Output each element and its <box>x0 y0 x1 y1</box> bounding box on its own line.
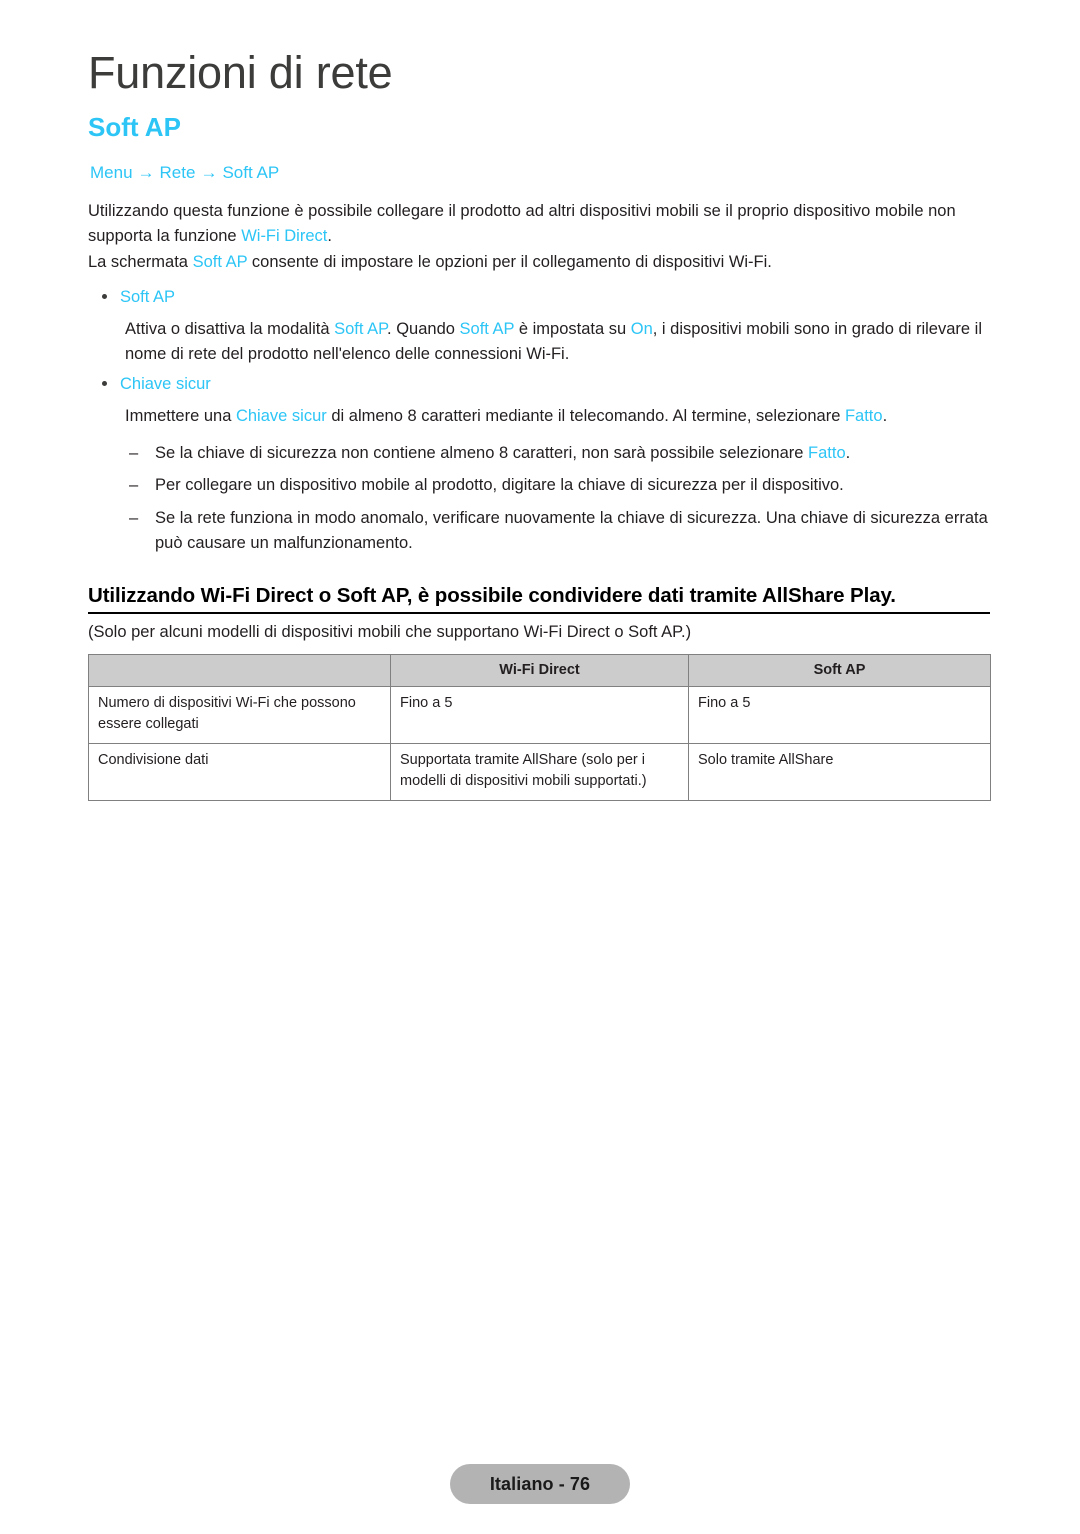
breadcrumb-item-rete: Rete <box>159 163 196 182</box>
note1-hl: Fatto <box>808 444 846 462</box>
table-header-wifi-direct: Wi-Fi Direct <box>390 654 689 687</box>
table-cell-row2-soft-ap: Solo tramite AllShare <box>688 743 991 801</box>
breadcrumb: Menu → Rete → Soft AP <box>90 163 279 183</box>
note-text-2: Per collegare un dispositivo mobile al p… <box>155 473 990 498</box>
intro-p2-text-b: consente di impostare le opzioni per il … <box>247 253 772 271</box>
table-cell-row1-wifi-direct: Fino a 5 <box>390 686 689 744</box>
intro-paragraph-2: La schermata Soft AP consente di imposta… <box>88 250 990 275</box>
list-item-label-soft-ap: Soft AP <box>120 288 176 306</box>
table-cell-row1-soft-ap: Fino a 5 <box>688 686 991 744</box>
note1-a: Se la chiave di sicurezza non contiene a… <box>155 444 809 462</box>
page-footer-badge: Italiano - 76 <box>450 1464 630 1504</box>
dash-marker-1: – <box>129 444 139 462</box>
intro-p1-text-b: . <box>327 227 332 245</box>
softap-body-b: . Quando <box>387 320 460 338</box>
note2-a: Per collegare un dispositivo mobile al p… <box>155 476 844 494</box>
table-cell-row2-label: Condivisione dati <box>88 743 391 801</box>
dash-marker-3: – <box>129 509 139 527</box>
section-heading: Soft AP <box>88 112 181 142</box>
comparison-table: Wi-Fi Direct Soft AP Numero di dispositi… <box>88 654 991 801</box>
intro-p1-highlight: Wi-Fi Direct <box>241 227 328 245</box>
softap-body-hl3: On <box>630 320 653 338</box>
table-header-blank <box>88 654 391 687</box>
notice-underline-divider <box>88 612 990 614</box>
notice-heading: Utilizzando Wi-Fi Direct o Soft AP, è po… <box>88 584 896 607</box>
table-row: Condivisione dati Supportata tramite All… <box>88 743 991 801</box>
softap-body-hl2: Soft AP <box>459 320 515 338</box>
manual-page: Funzioni di rete Soft AP Menu → Rete → Soft … <box>0 0 1080 1534</box>
intro-p2-text-a: La schermata <box>88 253 193 271</box>
intro-p1-text-a: Utilizzando questa funzione è possibile … <box>88 202 956 245</box>
chiave-body-c: . <box>882 407 888 425</box>
table-header-row: Wi-Fi Direct Soft AP <box>88 654 991 687</box>
chiave-body-a: Immettere una <box>125 407 236 425</box>
dash-marker-2: – <box>129 476 139 494</box>
list-item-soft-ap: Soft AP <box>102 285 982 310</box>
notice-subtext: (Solo per alcuni modelli di dispositivi … <box>88 623 692 641</box>
list-item-body-soft-ap: Attiva o disattiva la modalità Soft AP. … <box>125 317 990 367</box>
arrow-right-icon: → <box>137 163 155 182</box>
softap-body-c: è impostata su <box>514 320 631 338</box>
list-item-chiave-sicur: Chiave sicur <box>102 372 982 397</box>
list-item-body-chiave-sicur: Immettere una Chiave sicur di almeno 8 c… <box>125 404 990 429</box>
table-header-soft-ap: Soft AP <box>688 654 991 687</box>
page-footer-label: Italiano - 76 <box>489 1473 591 1494</box>
page-title: Funzioni di rete <box>88 47 393 98</box>
arrow-right-icon-2: → <box>200 163 218 182</box>
bullet-dot-icon <box>102 294 107 299</box>
note-text-1: Se la chiave di sicurezza non contiene a… <box>155 441 990 466</box>
note3-a: Se la rete funziona in modo anomalo, ver… <box>155 509 988 552</box>
chiave-body-b: di almeno 8 caratteri mediante il teleco… <box>326 407 845 425</box>
table-cell-row1-label: Numero di dispositivi Wi-Fi che possono … <box>88 686 391 744</box>
table-cell-row2-wifi-direct: Supportata tramite AllShare (solo per i … <box>390 743 689 801</box>
intro-p2-highlight: Soft AP <box>192 253 248 271</box>
intro-paragraph-1: Utilizzando questa funzione è possibile … <box>88 199 990 249</box>
note-text-3: Se la rete funziona in modo anomalo, ver… <box>155 506 990 556</box>
softap-body-hl1: Soft AP <box>334 320 388 338</box>
note1-b: . <box>845 444 851 462</box>
breadcrumb-item-menu: Menu <box>90 163 133 182</box>
list-item-label-chiave-sicur: Chiave sicur <box>120 375 211 393</box>
softap-body-a: Attiva o disattiva la modalità <box>125 320 335 338</box>
bullet-dot-icon-2 <box>102 381 107 386</box>
chiave-body-hl2: Fatto <box>844 407 883 425</box>
breadcrumb-item-soft-ap: Soft AP <box>222 163 280 182</box>
table-row: Numero di dispositivi Wi-Fi che possono … <box>88 686 991 744</box>
chiave-body-hl1: Chiave sicur <box>235 407 327 425</box>
